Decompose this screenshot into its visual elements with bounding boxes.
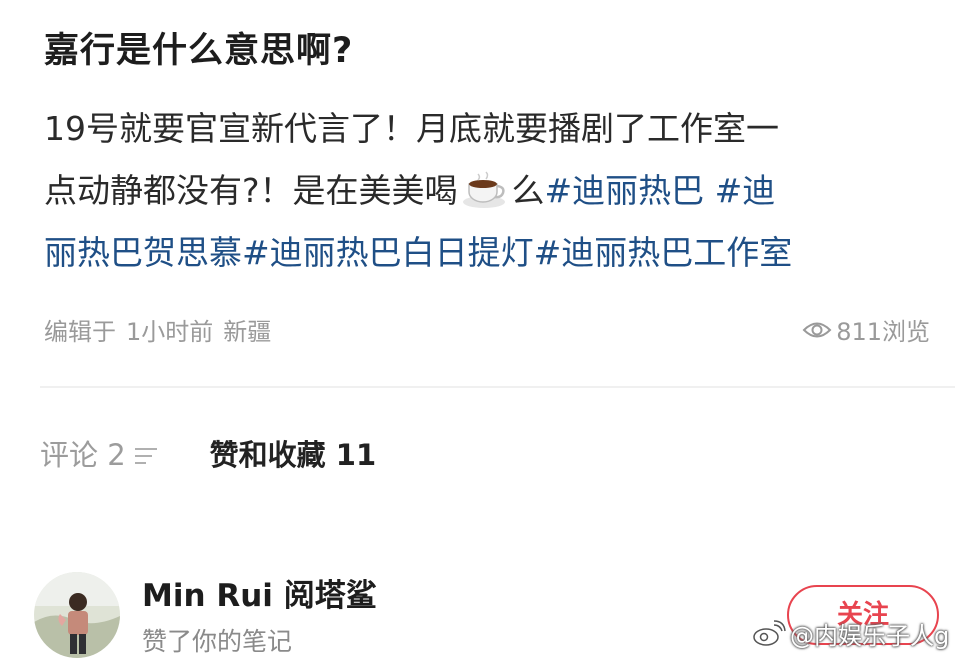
note-title: 嘉行是什么意思啊? xyxy=(44,31,354,71)
divider xyxy=(40,386,955,388)
avatar[interactable] xyxy=(34,572,120,658)
note-detail-page: 嘉行是什么意思啊? 19号就要官宣新代言了！月底就要播剧了工作室一 点动静都没有… xyxy=(0,0,972,659)
note-meta: 编辑于 1小时前 新疆 xyxy=(44,312,271,347)
eye-icon xyxy=(802,319,832,341)
watermark: @内娱乐子人g xyxy=(752,616,949,651)
note-body-line: 19号就要官宣新代言了！月底就要播剧了工作室一 xyxy=(44,109,779,148)
view-count: 811浏览 xyxy=(802,312,930,347)
note-body-text: 么 xyxy=(511,171,545,210)
note-body: 19号就要官宣新代言了！月底就要播剧了工作室一 点动静都没有?！是在美美喝 么#迪… xyxy=(44,98,944,284)
user-action: 赞了你的笔记 xyxy=(142,627,293,656)
note-body-line: 点动静都没有?！是在美美喝 么#迪丽热巴 #迪 xyxy=(44,160,944,222)
interaction-tabs: 评论 2 赞和收藏 11 xyxy=(40,432,376,474)
tab-comments[interactable]: 评论 2 xyxy=(40,432,160,474)
tab-likes-and-saves[interactable]: 赞和收藏 11 xyxy=(210,432,376,474)
sort-icon[interactable] xyxy=(132,441,160,465)
coffee-cup-icon xyxy=(460,168,510,208)
hashtag-link[interactable]: 丽热巴贺思慕#迪丽热巴白日提灯#迪丽热巴工作室 xyxy=(44,222,944,284)
user-name[interactable]: Min Rui 阅塔鲨 xyxy=(142,570,377,615)
weibo-icon xyxy=(752,619,786,648)
watermark-subtext: …… xyxy=(740,650,784,659)
edit-time: 1小时前 xyxy=(126,318,214,346)
watermark-text: @内娱乐子人g xyxy=(790,622,950,650)
view-count-text: 811浏览 xyxy=(836,318,930,346)
edited-label: 编辑于 xyxy=(44,318,116,346)
note-body-text: 点动静都没有?！是在美美喝 xyxy=(44,171,458,210)
tab-comments-label: 评论 2 xyxy=(40,438,126,472)
location: 新疆 xyxy=(223,318,272,346)
hashtag-link[interactable]: #迪丽热巴 #迪 xyxy=(545,171,776,210)
